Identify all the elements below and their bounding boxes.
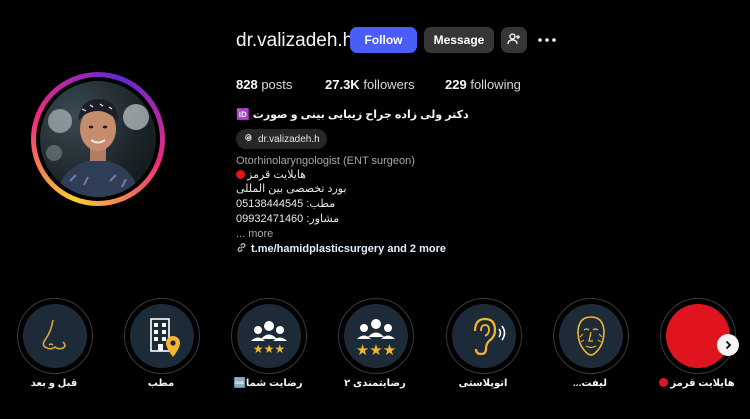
- highlight-satisfaction-2[interactable]: ★★★: [338, 298, 414, 374]
- highlight-label: مطب: [147, 378, 175, 389]
- highlight-otoplasty[interactable]: [446, 298, 522, 374]
- highlight-label: رضایتمندی ۲: [344, 378, 406, 389]
- highlight-satisfaction[interactable]: ★★★: [231, 298, 307, 374]
- following-stat[interactable]: 229 following: [445, 77, 521, 92]
- nose-icon: [42, 319, 66, 350]
- message-button[interactable]: Message: [424, 27, 494, 53]
- followers-label: followers: [363, 77, 415, 92]
- profile-category: Otorhinolaryngologist (ENT surgeon): [236, 155, 415, 167]
- bio-external-link[interactable]: t.me/hamidplasticsurgery and 2 more: [236, 242, 446, 256]
- bio-link-text: t.me/hamidplasticsurgery and 2 more: [251, 243, 447, 255]
- group-stars-icon: ★★★: [356, 319, 396, 359]
- avatar[interactable]: [40, 81, 156, 197]
- profile-full-name: دکتر ولی زاده جراح زیبایی بینی و صورت 🆔: [236, 109, 469, 121]
- face-lift-icon: [577, 316, 605, 356]
- bio-line-4: مشاور: 09932471460: [236, 213, 340, 225]
- building-location-icon: [150, 318, 180, 357]
- highlight-before-after[interactable]: [17, 298, 93, 374]
- suggested-users-button[interactable]: [501, 27, 527, 53]
- posts-count: 828: [236, 77, 258, 92]
- highlight-label: لیفت...: [573, 378, 607, 389]
- posts-stat: 828 posts: [236, 77, 292, 92]
- svg-text:★★★: ★★★: [253, 342, 285, 356]
- add-user-icon: [507, 32, 521, 49]
- bio-more-link[interactable]: ... more: [236, 228, 273, 241]
- highlights-next-button[interactable]: [717, 334, 739, 356]
- highlight-label: قبل و بعد: [30, 378, 78, 389]
- highlight-lift[interactable]: [553, 298, 629, 374]
- red-circle-icon: [236, 170, 245, 179]
- highlight-label: هایلایت قرمز: [670, 378, 735, 389]
- bio-line-1-text: هایلایت قرمز: [247, 169, 306, 181]
- threads-icon: [243, 132, 254, 146]
- threads-badge[interactable]: dr.valizadeh.h: [236, 129, 327, 149]
- bio-line-1: هایلایت قرمز: [236, 169, 306, 182]
- bio-line-3: مطب: 05138444545: [236, 198, 336, 210]
- profile-username: dr.valizadeh.h: [236, 30, 354, 51]
- highlight-office[interactable]: [124, 298, 200, 374]
- threads-handle: dr.valizadeh.h: [258, 133, 320, 145]
- posts-label: posts: [261, 77, 293, 92]
- more-options-icon[interactable]: [536, 29, 558, 51]
- ear-icon: [473, 317, 506, 356]
- red-circle-icon: [659, 378, 669, 387]
- link-icon: [236, 242, 247, 256]
- bio-line-2: بورد تخصصی بین المللی: [236, 183, 347, 195]
- highlight-label: رضایت شما🆒: [233, 378, 303, 389]
- highlight-label-wrap: هایلایت قرمز: [647, 378, 747, 389]
- highlight-label: اتوپلاستی: [458, 378, 508, 389]
- follow-button[interactable]: Follow: [350, 27, 417, 53]
- svg-text:★★★: ★★★: [356, 341, 396, 359]
- chevron-right-icon: [725, 340, 732, 350]
- following-label: following: [470, 77, 521, 92]
- followers-stat[interactable]: 27.3K followers: [325, 77, 415, 92]
- group-stars-icon: ★★★: [251, 321, 287, 356]
- following-count: 229: [445, 77, 467, 92]
- followers-count: 27.3K: [325, 77, 360, 92]
